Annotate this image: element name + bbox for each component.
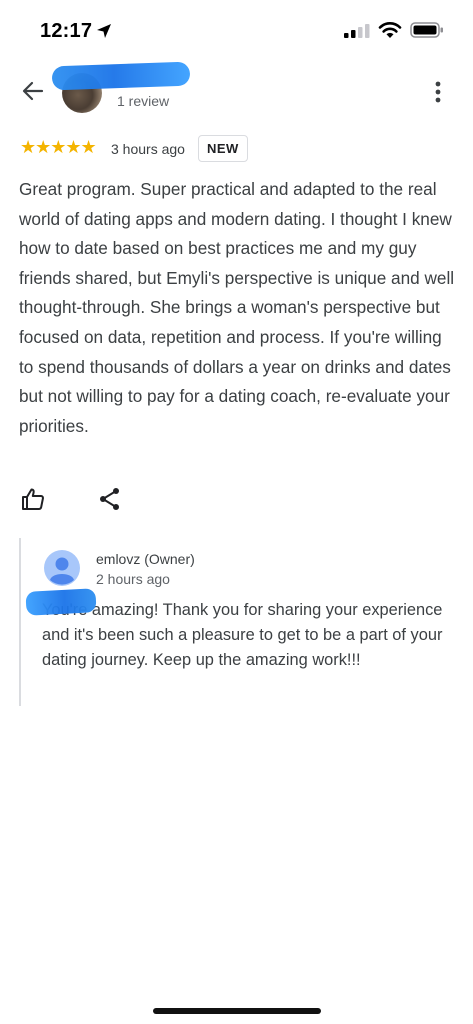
owner-name: emlovz (Owner) [96, 551, 195, 567]
reply-text: You're amazing! Thank you for sharing yo… [42, 601, 443, 669]
owner-avatar-icon [44, 550, 80, 586]
cell-signal-icon [344, 24, 370, 38]
review-time: 3 hours ago [111, 141, 185, 157]
home-indicator[interactable] [153, 1008, 321, 1014]
location-arrow-icon [97, 24, 111, 38]
redacted-reply-name [25, 588, 97, 616]
redacted-reviewer-name [51, 61, 191, 91]
review-actions [0, 486, 473, 516]
owner-reply: emlovz (Owner) 2 hours ago You're amazin… [19, 538, 459, 706]
battery-icon [410, 22, 443, 38]
reply-time: 2 hours ago [96, 571, 170, 587]
review-header: 1 review [0, 60, 473, 120]
wifi-icon [378, 22, 402, 38]
thumb-up-icon[interactable] [20, 486, 46, 512]
status-bar: 12:17 [0, 0, 473, 58]
more-vert-icon[interactable] [428, 78, 448, 106]
arrow-left-icon[interactable] [20, 78, 46, 104]
star-rating: ★★★★★ [20, 137, 97, 157]
share-icon[interactable] [97, 486, 123, 512]
review-text: Great program. Super practical and adapt… [19, 179, 455, 436]
rating-row: ★★★★★ 3 hours ago NEW [20, 135, 460, 163]
reviewer-review-count[interactable]: 1 review [117, 93, 169, 109]
status-time: 12:17 [40, 20, 93, 42]
new-badge: NEW [198, 135, 248, 162]
